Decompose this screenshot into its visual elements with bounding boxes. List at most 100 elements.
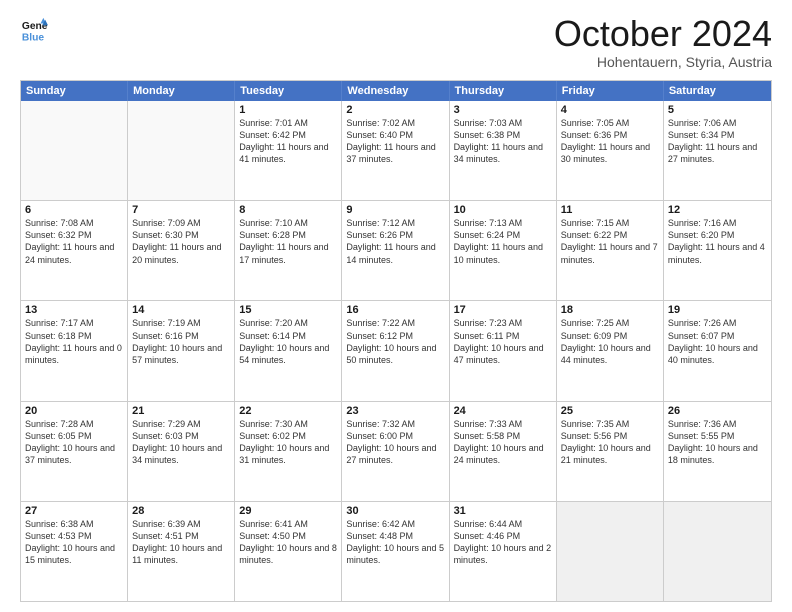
calendar-cell: 18Sunrise: 7:25 AM Sunset: 6:09 PM Dayli… bbox=[557, 301, 664, 400]
calendar-cell bbox=[557, 502, 664, 601]
cell-info: Sunrise: 7:16 AM Sunset: 6:20 PM Dayligh… bbox=[668, 217, 767, 266]
cell-info: Sunrise: 7:01 AM Sunset: 6:42 PM Dayligh… bbox=[239, 117, 337, 166]
cell-info: Sunrise: 7:05 AM Sunset: 6:36 PM Dayligh… bbox=[561, 117, 659, 166]
cell-info: Sunrise: 7:12 AM Sunset: 6:26 PM Dayligh… bbox=[346, 217, 444, 266]
calendar-cell: 23Sunrise: 7:32 AM Sunset: 6:00 PM Dayli… bbox=[342, 402, 449, 501]
calendar-header: SundayMondayTuesdayWednesdayThursdayFrid… bbox=[21, 81, 771, 101]
cell-info: Sunrise: 6:42 AM Sunset: 4:48 PM Dayligh… bbox=[346, 518, 444, 567]
cell-info: Sunrise: 7:23 AM Sunset: 6:11 PM Dayligh… bbox=[454, 317, 552, 366]
day-number: 21 bbox=[132, 405, 230, 417]
day-number: 3 bbox=[454, 104, 552, 116]
calendar-cell bbox=[21, 101, 128, 200]
cell-info: Sunrise: 7:33 AM Sunset: 5:58 PM Dayligh… bbox=[454, 418, 552, 467]
day-number: 17 bbox=[454, 304, 552, 316]
calendar-cell: 26Sunrise: 7:36 AM Sunset: 5:55 PM Dayli… bbox=[664, 402, 771, 501]
day-number: 26 bbox=[668, 405, 767, 417]
cell-info: Sunrise: 7:29 AM Sunset: 6:03 PM Dayligh… bbox=[132, 418, 230, 467]
day-number: 18 bbox=[561, 304, 659, 316]
calendar-cell: 21Sunrise: 7:29 AM Sunset: 6:03 PM Dayli… bbox=[128, 402, 235, 501]
calendar-cell: 6Sunrise: 7:08 AM Sunset: 6:32 PM Daylig… bbox=[21, 201, 128, 300]
cell-info: Sunrise: 7:02 AM Sunset: 6:40 PM Dayligh… bbox=[346, 117, 444, 166]
calendar-row: 13Sunrise: 7:17 AM Sunset: 6:18 PM Dayli… bbox=[21, 300, 771, 400]
calendar-row: 6Sunrise: 7:08 AM Sunset: 6:32 PM Daylig… bbox=[21, 200, 771, 300]
calendar-cell: 4Sunrise: 7:05 AM Sunset: 6:36 PM Daylig… bbox=[557, 101, 664, 200]
calendar-body: 1Sunrise: 7:01 AM Sunset: 6:42 PM Daylig… bbox=[21, 101, 771, 601]
calendar-cell: 30Sunrise: 6:42 AM Sunset: 4:48 PM Dayli… bbox=[342, 502, 449, 601]
day-number: 15 bbox=[239, 304, 337, 316]
cell-info: Sunrise: 7:22 AM Sunset: 6:12 PM Dayligh… bbox=[346, 317, 444, 366]
weekday-header: Monday bbox=[128, 81, 235, 101]
day-number: 8 bbox=[239, 204, 337, 216]
calendar-cell: 22Sunrise: 7:30 AM Sunset: 6:02 PM Dayli… bbox=[235, 402, 342, 501]
calendar-cell: 24Sunrise: 7:33 AM Sunset: 5:58 PM Dayli… bbox=[450, 402, 557, 501]
weekday-header: Saturday bbox=[664, 81, 771, 101]
day-number: 9 bbox=[346, 204, 444, 216]
day-number: 13 bbox=[25, 304, 123, 316]
cell-info: Sunrise: 7:13 AM Sunset: 6:24 PM Dayligh… bbox=[454, 217, 552, 266]
logo: General Blue bbox=[20, 16, 48, 44]
day-number: 29 bbox=[239, 505, 337, 517]
cell-info: Sunrise: 7:19 AM Sunset: 6:16 PM Dayligh… bbox=[132, 317, 230, 366]
cell-info: Sunrise: 7:35 AM Sunset: 5:56 PM Dayligh… bbox=[561, 418, 659, 467]
calendar-cell: 16Sunrise: 7:22 AM Sunset: 6:12 PM Dayli… bbox=[342, 301, 449, 400]
day-number: 4 bbox=[561, 104, 659, 116]
day-number: 7 bbox=[132, 204, 230, 216]
calendar-row: 20Sunrise: 7:28 AM Sunset: 6:05 PM Dayli… bbox=[21, 401, 771, 501]
calendar-cell bbox=[128, 101, 235, 200]
cell-info: Sunrise: 7:15 AM Sunset: 6:22 PM Dayligh… bbox=[561, 217, 659, 266]
calendar-cell: 20Sunrise: 7:28 AM Sunset: 6:05 PM Dayli… bbox=[21, 402, 128, 501]
header: General Blue October 2024 Hohentauern, S… bbox=[20, 16, 772, 70]
cell-info: Sunrise: 6:41 AM Sunset: 4:50 PM Dayligh… bbox=[239, 518, 337, 567]
calendar: SundayMondayTuesdayWednesdayThursdayFrid… bbox=[20, 80, 772, 602]
svg-text:Blue: Blue bbox=[22, 32, 45, 43]
calendar-cell: 19Sunrise: 7:26 AM Sunset: 6:07 PM Dayli… bbox=[664, 301, 771, 400]
cell-info: Sunrise: 7:06 AM Sunset: 6:34 PM Dayligh… bbox=[668, 117, 767, 166]
title-section: October 2024 Hohentauern, Styria, Austri… bbox=[554, 16, 772, 70]
weekday-header: Sunday bbox=[21, 81, 128, 101]
cell-info: Sunrise: 6:44 AM Sunset: 4:46 PM Dayligh… bbox=[454, 518, 552, 567]
calendar-cell: 27Sunrise: 6:38 AM Sunset: 4:53 PM Dayli… bbox=[21, 502, 128, 601]
calendar-cell: 7Sunrise: 7:09 AM Sunset: 6:30 PM Daylig… bbox=[128, 201, 235, 300]
calendar-cell: 3Sunrise: 7:03 AM Sunset: 6:38 PM Daylig… bbox=[450, 101, 557, 200]
cell-info: Sunrise: 7:20 AM Sunset: 6:14 PM Dayligh… bbox=[239, 317, 337, 366]
calendar-row: 27Sunrise: 6:38 AM Sunset: 4:53 PM Dayli… bbox=[21, 501, 771, 601]
day-number: 27 bbox=[25, 505, 123, 517]
month-title: October 2024 bbox=[554, 16, 772, 52]
cell-info: Sunrise: 7:32 AM Sunset: 6:00 PM Dayligh… bbox=[346, 418, 444, 467]
weekday-header: Thursday bbox=[450, 81, 557, 101]
day-number: 16 bbox=[346, 304, 444, 316]
calendar-cell: 11Sunrise: 7:15 AM Sunset: 6:22 PM Dayli… bbox=[557, 201, 664, 300]
calendar-cell: 5Sunrise: 7:06 AM Sunset: 6:34 PM Daylig… bbox=[664, 101, 771, 200]
calendar-cell: 10Sunrise: 7:13 AM Sunset: 6:24 PM Dayli… bbox=[450, 201, 557, 300]
calendar-cell: 29Sunrise: 6:41 AM Sunset: 4:50 PM Dayli… bbox=[235, 502, 342, 601]
day-number: 1 bbox=[239, 104, 337, 116]
day-number: 12 bbox=[668, 204, 767, 216]
day-number: 10 bbox=[454, 204, 552, 216]
calendar-cell: 15Sunrise: 7:20 AM Sunset: 6:14 PM Dayli… bbox=[235, 301, 342, 400]
day-number: 6 bbox=[25, 204, 123, 216]
cell-info: Sunrise: 7:28 AM Sunset: 6:05 PM Dayligh… bbox=[25, 418, 123, 467]
calendar-cell: 31Sunrise: 6:44 AM Sunset: 4:46 PM Dayli… bbox=[450, 502, 557, 601]
cell-info: Sunrise: 7:36 AM Sunset: 5:55 PM Dayligh… bbox=[668, 418, 767, 467]
calendar-cell: 25Sunrise: 7:35 AM Sunset: 5:56 PM Dayli… bbox=[557, 402, 664, 501]
calendar-cell: 14Sunrise: 7:19 AM Sunset: 6:16 PM Dayli… bbox=[128, 301, 235, 400]
cell-info: Sunrise: 7:25 AM Sunset: 6:09 PM Dayligh… bbox=[561, 317, 659, 366]
weekday-header: Wednesday bbox=[342, 81, 449, 101]
calendar-cell: 17Sunrise: 7:23 AM Sunset: 6:11 PM Dayli… bbox=[450, 301, 557, 400]
day-number: 31 bbox=[454, 505, 552, 517]
day-number: 28 bbox=[132, 505, 230, 517]
day-number: 2 bbox=[346, 104, 444, 116]
page: General Blue October 2024 Hohentauern, S… bbox=[0, 0, 792, 612]
day-number: 30 bbox=[346, 505, 444, 517]
day-number: 5 bbox=[668, 104, 767, 116]
logo-icon: General Blue bbox=[20, 16, 48, 44]
day-number: 20 bbox=[25, 405, 123, 417]
cell-info: Sunrise: 7:30 AM Sunset: 6:02 PM Dayligh… bbox=[239, 418, 337, 467]
cell-info: Sunrise: 7:09 AM Sunset: 6:30 PM Dayligh… bbox=[132, 217, 230, 266]
cell-info: Sunrise: 6:38 AM Sunset: 4:53 PM Dayligh… bbox=[25, 518, 123, 567]
calendar-cell: 28Sunrise: 6:39 AM Sunset: 4:51 PM Dayli… bbox=[128, 502, 235, 601]
calendar-cell: 1Sunrise: 7:01 AM Sunset: 6:42 PM Daylig… bbox=[235, 101, 342, 200]
day-number: 19 bbox=[668, 304, 767, 316]
calendar-cell: 12Sunrise: 7:16 AM Sunset: 6:20 PM Dayli… bbox=[664, 201, 771, 300]
day-number: 25 bbox=[561, 405, 659, 417]
